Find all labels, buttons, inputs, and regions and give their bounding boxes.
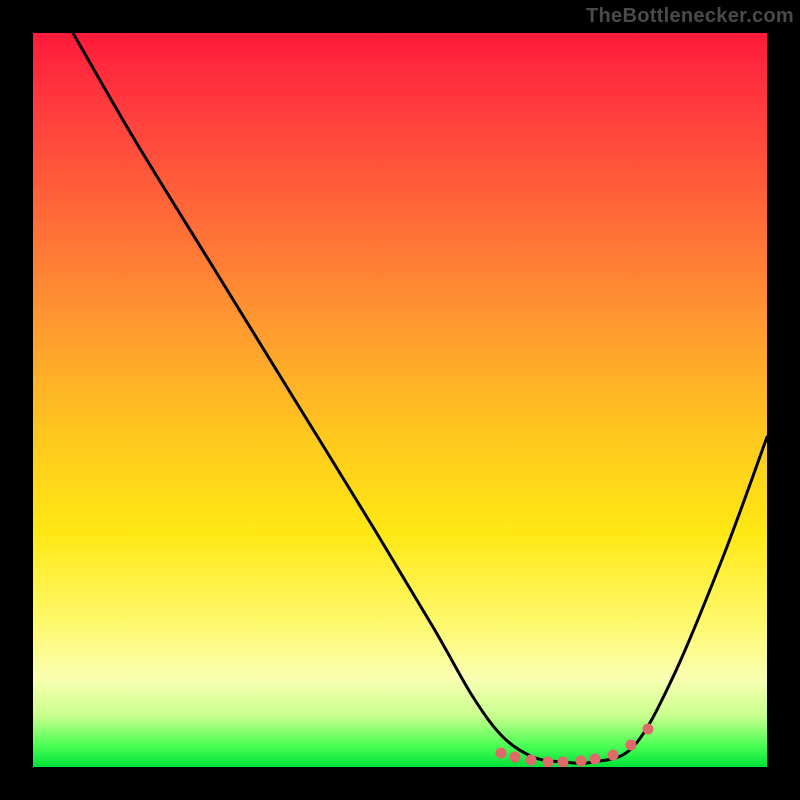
dot — [543, 757, 554, 768]
dot — [510, 752, 521, 763]
dot — [576, 756, 587, 767]
dot — [590, 754, 601, 765]
dot — [496, 748, 507, 759]
attribution-text: TheBottlenecker.com — [586, 5, 794, 28]
chart-frame: TheBottlenecker.com — [0, 0, 800, 800]
dot — [643, 724, 654, 735]
dot — [526, 755, 537, 766]
dot — [626, 740, 637, 751]
plot-area — [33, 33, 767, 767]
dot — [558, 757, 569, 768]
curve-layer — [33, 33, 767, 767]
dot — [608, 750, 619, 761]
bottom-dots — [496, 724, 654, 768]
bottleneck-curve — [73, 33, 767, 763]
